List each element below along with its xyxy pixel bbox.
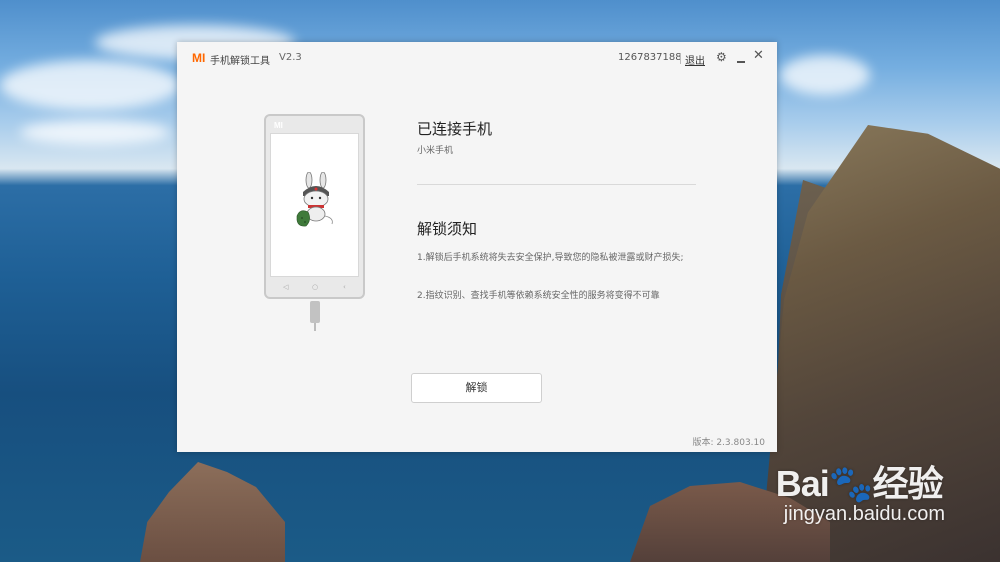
- minimize-icon[interactable]: [737, 61, 745, 63]
- notice-title: 解锁须知: [417, 220, 478, 238]
- usb-cable: [314, 323, 316, 331]
- phone-screen: [270, 133, 359, 277]
- mi-logo-icon: MI: [192, 51, 206, 65]
- baidu-jingyan-watermark: Bai🐾经验 jingyan.baidu.com: [776, 455, 945, 526]
- notice-item: 1.解锁后手机系统将失去安全保护,导致您的隐私被泄露或财产损失;: [417, 253, 684, 263]
- title-bar: MI 手机解锁工具 V2.3 1267837188 退出 ⚙ ✕: [177, 42, 777, 76]
- rock: [140, 462, 285, 562]
- divider: [680, 53, 681, 64]
- watermark-url: jingyan.baidu.com: [783, 503, 945, 525]
- phone-brand-logo: MI: [274, 121, 283, 130]
- phone-back-icon: ◁: [283, 283, 289, 291]
- phone-illustration: MI ◁ ○ ‹: [264, 114, 365, 299]
- close-icon[interactable]: ✕: [753, 49, 764, 62]
- gear-icon[interactable]: ⚙: [716, 50, 727, 64]
- phone-menu-icon: ‹: [343, 283, 346, 291]
- phone-home-icon: ○: [312, 283, 319, 291]
- unlock-button[interactable]: 解锁: [411, 373, 542, 403]
- app-version: V2.3: [279, 52, 302, 63]
- connection-title: 已连接手机: [417, 120, 493, 138]
- usb-plug-icon: [310, 301, 320, 323]
- divider: [417, 184, 696, 185]
- watermark-logo: Bai🐾经验: [775, 463, 944, 504]
- build-version: 版本: 2.3.803.10: [692, 438, 765, 448]
- device-name: 小米手机: [417, 146, 454, 156]
- app-title: 手机解锁工具: [210, 56, 270, 67]
- account-id: 1267837188: [618, 52, 682, 63]
- notice-item: 2.指纹识别、查找手机等依赖系统安全性的服务将变得不可靠: [417, 291, 660, 301]
- unlock-tool-window: MI 手机解锁工具 V2.3 1267837188 退出 ⚙ ✕ MI ◁ ○ …: [177, 42, 777, 452]
- logout-link[interactable]: 退出: [685, 52, 705, 67]
- mitu-mascot-icon: [296, 172, 333, 227]
